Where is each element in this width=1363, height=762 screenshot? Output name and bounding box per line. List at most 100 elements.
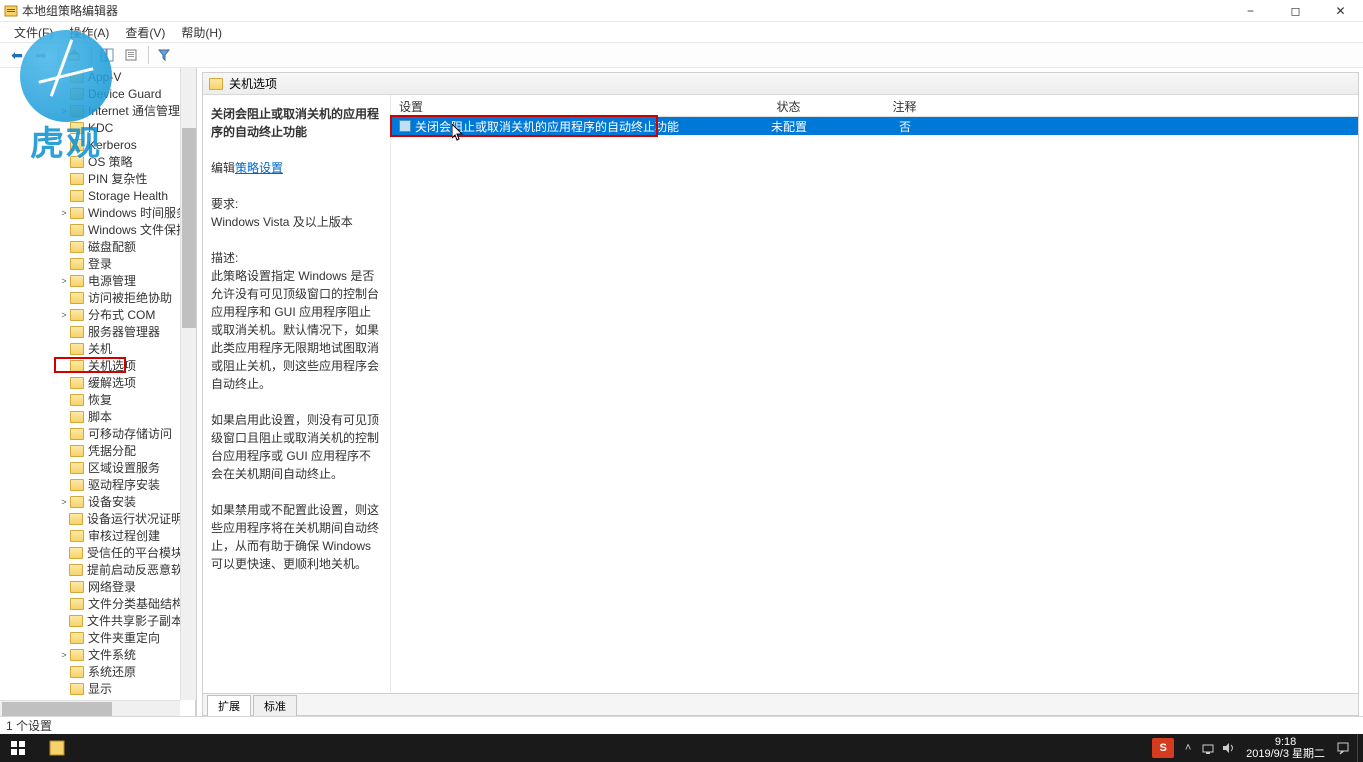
tree-expand-icon[interactable]: > (58, 275, 70, 287)
up-button[interactable] (63, 44, 85, 66)
col-header-setting[interactable]: 设置 (391, 95, 723, 116)
tree-item[interactable]: 文件共享影子副本提 (0, 612, 195, 629)
tree-item[interactable]: Windows 文件保护 (0, 221, 195, 238)
tree-item[interactable]: KDC (0, 119, 195, 136)
tree-expand-icon[interactable] (58, 241, 70, 253)
tree-item[interactable]: 区域设置服务 (0, 459, 195, 476)
tree-item[interactable]: 访问被拒绝协助 (0, 289, 195, 306)
ime-indicator[interactable]: S (1152, 738, 1174, 758)
menu-view[interactable]: 查看(V) (117, 22, 173, 43)
menu-file[interactable]: 文件(F) (6, 22, 61, 43)
tree-expand-icon[interactable]: > (58, 105, 70, 117)
tree-expand-icon[interactable] (58, 547, 69, 559)
tree-item[interactable]: Storage Health (0, 187, 195, 204)
tree-item[interactable]: 文件夹重定向 (0, 629, 195, 646)
properties-button[interactable] (120, 44, 142, 66)
tree-vertical-scrollbar[interactable] (180, 68, 196, 700)
menu-help[interactable]: 帮助(H) (173, 22, 230, 43)
tree-item[interactable]: 登录 (0, 255, 195, 272)
taskbar-clock[interactable]: 9:18 2019/9/3 星期二 (1238, 736, 1333, 760)
tree-item[interactable]: PIN 复杂性 (0, 170, 195, 187)
tree-expand-icon[interactable] (58, 360, 70, 372)
tree-item[interactable]: 提前启动反恶意软件 (0, 561, 195, 578)
tree-item[interactable]: 可移动存储访问 (0, 425, 195, 442)
tree-expand-icon[interactable] (58, 445, 70, 457)
tree-item[interactable]: >App-V (0, 68, 195, 85)
tree-expand-icon[interactable] (58, 564, 69, 576)
tree-expand-icon[interactable]: > (58, 207, 70, 219)
tree-horizontal-scrollbar[interactable] (0, 700, 180, 716)
tree-item[interactable]: 审核过程创建 (0, 527, 195, 544)
tree-item[interactable]: 关机 (0, 340, 195, 357)
tree-item[interactable]: 网络登录 (0, 578, 195, 595)
splitter[interactable] (196, 68, 202, 716)
col-header-status[interactable]: 状态 (723, 95, 855, 116)
tray-chevron-icon[interactable]: ˄ (1178, 734, 1198, 762)
action-center-icon[interactable] (1333, 734, 1353, 762)
tree-expand-icon[interactable] (58, 377, 70, 389)
tree-item[interactable]: >设备安装 (0, 493, 195, 510)
tree-expand-icon[interactable] (58, 666, 70, 678)
tree-item[interactable]: 服务器管理器 (0, 323, 195, 340)
tree-item[interactable]: 设备运行状况证明服 (0, 510, 195, 527)
tree-expand-icon[interactable] (58, 156, 70, 168)
tree-item[interactable]: 缓解选项 (0, 374, 195, 391)
tree-expand-icon[interactable] (58, 598, 70, 610)
show-desktop-button[interactable] (1357, 734, 1363, 762)
tree-expand-icon[interactable]: > (58, 71, 70, 83)
tree-item[interactable]: >Windows 时间服务 (0, 204, 195, 221)
tree-expand-icon[interactable] (58, 224, 70, 236)
tree-expand-icon[interactable] (58, 411, 70, 423)
menu-action[interactable]: 操作(A) (61, 22, 117, 43)
edit-policy-link[interactable]: 策略设置 (235, 161, 283, 175)
tree-item[interactable]: OS 策略 (0, 153, 195, 170)
tree-item[interactable]: Device Guard (0, 85, 195, 102)
tree-expand-icon[interactable] (58, 513, 69, 525)
taskbar-app[interactable] (36, 734, 78, 762)
tree-item[interactable]: 系统还原 (0, 663, 195, 680)
tab-extended[interactable]: 扩展 (207, 695, 251, 716)
filter-button[interactable] (153, 44, 175, 66)
tree-item[interactable]: 凭据分配 (0, 442, 195, 459)
tree-item[interactable]: 受信任的平台模块服 (0, 544, 195, 561)
tree-expand-icon[interactable] (58, 615, 69, 627)
tree-item[interactable]: 恢复 (0, 391, 195, 408)
tree-item[interactable]: 显示 (0, 680, 195, 697)
tree-item[interactable]: >Internet 通信管理 (0, 102, 195, 119)
tree-expand-icon[interactable] (58, 122, 70, 134)
tree-expand-icon[interactable] (58, 394, 70, 406)
tree-expand-icon[interactable] (58, 530, 70, 542)
minimize-button[interactable]: − (1228, 0, 1273, 22)
tree-expand-icon[interactable] (58, 139, 70, 151)
nav-forward-button[interactable]: ➡ (30, 44, 52, 66)
tab-standard[interactable]: 标准 (253, 695, 297, 716)
tree-expand-icon[interactable] (58, 292, 70, 304)
start-button[interactable] (0, 734, 36, 762)
tree-expand-icon[interactable] (58, 428, 70, 440)
tree-expand-icon[interactable]: > (58, 649, 70, 661)
tree-expand-icon[interactable] (58, 683, 70, 695)
tree-expand-icon[interactable] (58, 462, 70, 474)
tree-expand-icon[interactable] (58, 343, 70, 355)
tree-expand-icon[interactable]: > (58, 496, 70, 508)
tree-expand-icon[interactable] (58, 326, 70, 338)
list-row[interactable]: 关闭会阻止或取消关机的应用程序的自动终止功能未配置否 (391, 117, 1358, 135)
tree-item[interactable]: 磁盘配额 (0, 238, 195, 255)
tray-volume-icon[interactable] (1218, 734, 1238, 762)
tree-expand-icon[interactable] (58, 258, 70, 270)
tree-expand-icon[interactable] (58, 173, 70, 185)
tree-expand-icon[interactable] (58, 190, 70, 202)
tree-item[interactable]: 脚本 (0, 408, 195, 425)
tray-network-icon[interactable] (1198, 734, 1218, 762)
nav-back-button[interactable]: ⬅ (6, 44, 28, 66)
maximize-button[interactable]: ◻ (1273, 0, 1318, 22)
tree-item[interactable]: 文件分类基础结构 (0, 595, 195, 612)
col-header-note[interactable]: 注释 (855, 95, 955, 116)
tree-expand-icon[interactable] (58, 479, 70, 491)
tree-item[interactable]: 驱动程序安装 (0, 476, 195, 493)
show-hide-tree-button[interactable] (96, 44, 118, 66)
tree-item[interactable]: >电源管理 (0, 272, 195, 289)
tree-expand-icon[interactable] (58, 581, 70, 593)
tree-item[interactable]: Kerberos (0, 136, 195, 153)
tree-item[interactable]: 关机选项 (0, 357, 195, 374)
